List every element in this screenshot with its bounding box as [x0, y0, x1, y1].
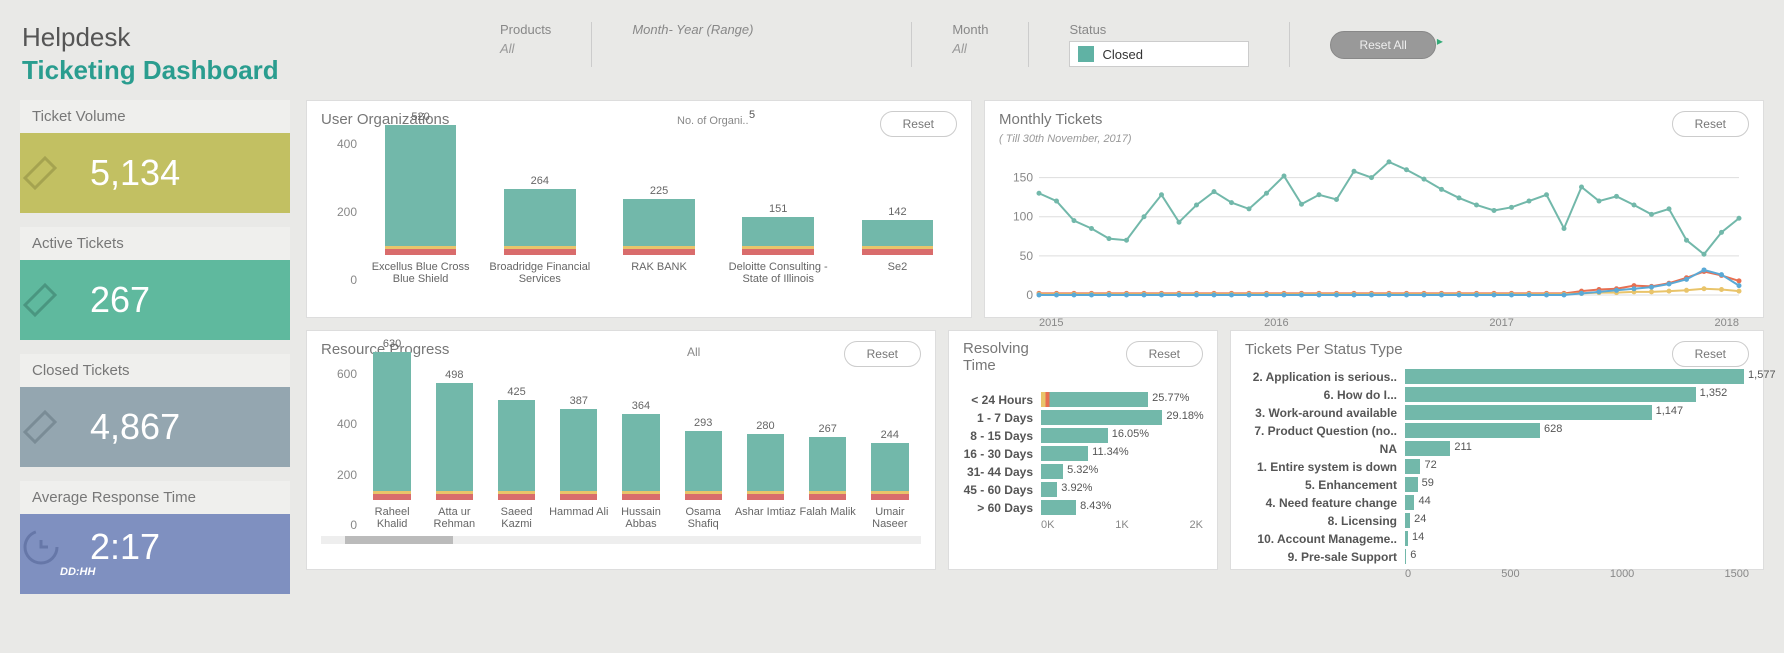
panel-user-organizations: User Organizations No. of Organi.. 5 Res…: [306, 100, 972, 318]
ticket-icon: [20, 153, 90, 193]
bar[interactable]: [1405, 459, 1420, 474]
bar[interactable]: [623, 199, 695, 255]
bar[interactable]: [1405, 495, 1414, 510]
card-active-tickets: 267: [20, 260, 290, 340]
ticket-icon: [20, 407, 90, 447]
bar[interactable]: [747, 434, 784, 500]
bar[interactable]: [560, 409, 597, 500]
reset-button[interactable]: Reset: [880, 111, 957, 137]
monthly-line-chart: 0 50 100 150: [999, 153, 1749, 313]
svg-text:100: 100: [1013, 210, 1033, 224]
bar[interactable]: [742, 217, 814, 255]
card-closed-tickets: 4,867: [20, 387, 290, 467]
bar[interactable]: [373, 352, 410, 501]
card-label-active: Active Tickets: [20, 227, 290, 260]
bar[interactable]: [809, 437, 846, 500]
bar[interactable]: [1041, 410, 1162, 425]
bar[interactable]: [1041, 464, 1063, 479]
reset-button[interactable]: Reset: [1672, 111, 1749, 137]
bar[interactable]: [498, 400, 535, 500]
reset-button[interactable]: Reset: [1672, 341, 1749, 367]
svg-text:50: 50: [1020, 249, 1034, 263]
filter-products[interactable]: Products All: [460, 22, 591, 67]
line-series[interactable]: [1039, 162, 1739, 254]
card-label-art: Average Response Time: [20, 481, 290, 514]
title-line1: Helpdesk: [22, 22, 279, 53]
card-avg-response-time: 2:17 DD:HH: [20, 514, 290, 594]
horizontal-scrollbar[interactable]: [321, 536, 921, 544]
panel-resource-progress: Resource Progress All Reset 600400200063…: [306, 330, 936, 570]
bar[interactable]: [862, 220, 934, 256]
panel-resolving-time: Resolving Time Reset < 24 Hours25.77%1 -…: [948, 330, 1218, 570]
title-line2: Ticketing Dashboard: [22, 55, 279, 86]
bar[interactable]: [1405, 531, 1408, 546]
page-header: Helpdesk Ticketing Dashboard: [22, 22, 279, 86]
bar[interactable]: [436, 383, 473, 500]
filter-bar: Products All Month- Year (Range) Month A…: [460, 22, 1764, 77]
bar[interactable]: [1405, 387, 1696, 402]
kpi-cards: Ticket Volume 5,134 Active Tickets 267 C…: [20, 100, 290, 608]
svg-text:0: 0: [1026, 288, 1033, 302]
bar[interactable]: [385, 125, 457, 255]
card-ticket-volume: 5,134: [20, 133, 290, 213]
ticket-icon: [20, 280, 90, 320]
bar[interactable]: [871, 443, 908, 501]
filter-month[interactable]: Month All: [911, 22, 1028, 67]
reset-all-button[interactable]: Reset All: [1330, 31, 1435, 59]
status-swatch-icon: [1078, 46, 1094, 62]
bar[interactable]: [1041, 482, 1057, 497]
bar[interactable]: [1405, 405, 1652, 420]
panel-monthly-tickets: Monthly Tickets ( Till 30th November, 20…: [984, 100, 1764, 318]
card-label-closed: Closed Tickets: [20, 354, 290, 387]
bar[interactable]: [1405, 513, 1410, 528]
filter-month-year-range[interactable]: Month- Year (Range): [591, 22, 911, 67]
reset-button[interactable]: Reset: [1126, 341, 1203, 367]
svg-text:150: 150: [1013, 171, 1033, 185]
bar[interactable]: [685, 431, 722, 500]
bar[interactable]: [1041, 446, 1088, 461]
clock-icon: [20, 526, 90, 568]
filter-status[interactable]: Status Closed: [1028, 22, 1289, 67]
card-label-ticket-volume: Ticket Volume: [20, 100, 290, 133]
panel-status-type: Tickets Per Status Type Reset 2. Applica…: [1230, 330, 1764, 570]
bar[interactable]: [1405, 549, 1406, 564]
bar[interactable]: [1405, 423, 1540, 438]
bar[interactable]: [1405, 477, 1418, 492]
bar[interactable]: [1041, 392, 1148, 407]
bar[interactable]: [1405, 369, 1744, 384]
bar[interactable]: [1041, 428, 1108, 443]
bar[interactable]: [622, 414, 659, 500]
bar[interactable]: [504, 189, 576, 255]
reset-button[interactable]: Reset: [844, 341, 921, 367]
bar[interactable]: [1405, 441, 1450, 456]
bar[interactable]: [1041, 500, 1076, 515]
